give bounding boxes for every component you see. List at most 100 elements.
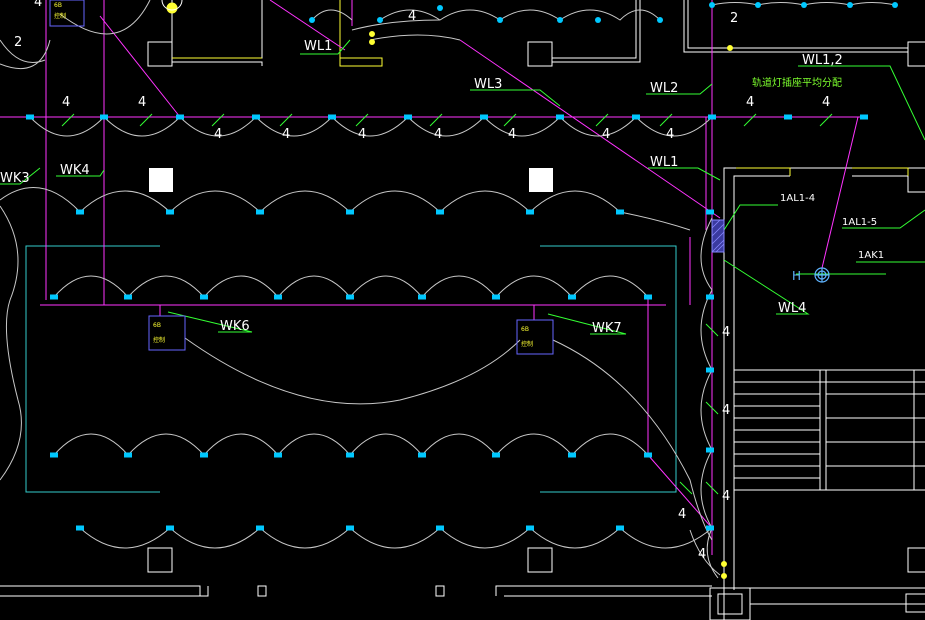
panel-top-left-sub: 控制 (54, 12, 66, 20)
lamp-fixture (166, 209, 174, 215)
count-4-riser-a: 4 (722, 325, 730, 340)
column-top-mid (527, 41, 553, 67)
wall-stair-core-inner (733, 175, 790, 590)
lamp-fixture (418, 294, 426, 300)
wall-bottom-left (0, 585, 209, 597)
socket-outlet (814, 267, 830, 283)
column-bottom-right-inner (717, 593, 743, 615)
label-1al1-4: 1AL1-4 (780, 193, 815, 204)
lamp-fixture (166, 525, 174, 531)
lamp-fixture (784, 114, 792, 120)
count-4-riser-d: 4 (678, 507, 686, 522)
count-4-riser-e: 4 (698, 547, 706, 562)
lamp-fixture (50, 452, 58, 458)
window-bottom-1 (257, 585, 267, 597)
panel-wk6-sub: 控制 (153, 336, 165, 344)
lamp-fixture (200, 294, 208, 300)
lamp-fixture (328, 114, 336, 120)
wall-top-right-room (683, 0, 908, 53)
lamp-fixture (616, 525, 624, 531)
count-4-i: 4 (666, 127, 674, 142)
lamp-fixture (200, 452, 208, 458)
panel-wk7-sub: 控制 (521, 340, 533, 348)
lamp-fixture (436, 209, 444, 215)
lamp-fixture (436, 525, 444, 531)
lamp-fixture (346, 209, 354, 215)
lamp-fixture (706, 294, 714, 300)
note-track-light-distribution: 轨道灯插座平均分配 (752, 76, 842, 89)
count-4-riser-c: 4 (722, 489, 730, 504)
column-top-right (907, 41, 925, 67)
wall-top-left (171, 0, 263, 59)
lamp-fixture (26, 114, 34, 120)
lamp-fixture (706, 367, 714, 373)
column-bottom-mid (527, 547, 553, 573)
lamp-fixture (418, 452, 426, 458)
panel-wk6-code: 6B (153, 322, 161, 329)
distribution-board-1al1-4 (711, 219, 725, 253)
stair-treads (734, 369, 925, 491)
wall-top-left-inner (172, 61, 263, 66)
label-wk6: WK6 (220, 319, 250, 334)
count-4-f: 4 (434, 127, 442, 142)
panel-top-left-code: 6B (54, 2, 62, 9)
column-bottom-far-right (907, 547, 925, 573)
count-4-c: 4 (214, 127, 222, 142)
lamp-fixture (706, 447, 714, 453)
lamp-fixture (644, 294, 652, 300)
lamp-fixture (50, 294, 58, 300)
count-2-right: 2 (730, 11, 738, 26)
wall-top-right-room-2 (687, 0, 908, 49)
wire-count-labels: 2 4 4 2 4 4 4 4 4 4 4 4 4 4 4 4 4 4 4 4 (14, 0, 830, 562)
label-wk3: WK3 (0, 171, 30, 186)
lamp-fixture (252, 114, 260, 120)
panel-wk7-code: 6B (521, 326, 529, 333)
lamp-fixture (346, 294, 354, 300)
column-right-mid (907, 167, 925, 193)
lamp-fixture (556, 114, 564, 120)
lamp-fixture (480, 114, 488, 120)
label-1al1-5: 1AL1-5 (842, 217, 877, 228)
lamp-fixture (526, 525, 534, 531)
count-4-top: 4 (408, 9, 416, 24)
lamp-fixture (706, 525, 714, 531)
lamp-fixture (124, 452, 132, 458)
lamp-fixture (76, 209, 84, 215)
count-4-g: 4 (508, 127, 516, 142)
column-bottom-far-right-2 (905, 593, 925, 613)
label-wl1-top: WL1 (304, 39, 332, 54)
count-4-k: 4 (822, 95, 830, 110)
lamp-fixture (616, 209, 624, 215)
count-4-j: 4 (746, 95, 754, 110)
lamp-fixture (404, 114, 412, 120)
outlet-h-label: H (792, 269, 801, 283)
label-wl1-mid: WL1 (650, 155, 678, 170)
label-1ak1: 1AK1 (858, 250, 884, 261)
lamp-fixture (644, 452, 652, 458)
count-4-e: 4 (358, 127, 366, 142)
lamp-fixture (100, 114, 108, 120)
count-4-topleft: 4 (34, 0, 42, 10)
wall-top-mid (552, 0, 641, 63)
lamp-fixture (708, 114, 716, 120)
wall-bottom-mid (495, 585, 712, 596)
window-bottom-2 (435, 585, 445, 597)
lamp-fixture (632, 114, 640, 120)
column-top-left (147, 41, 173, 67)
count-4-b: 4 (138, 95, 146, 110)
lamp-fixture (568, 294, 576, 300)
label-wk4: WK4 (60, 163, 90, 178)
circuit-labels: WL1 WL3 WL2 WL1 WL1,2 轨道灯插座平均分配 WK3 WK4 … (0, 39, 884, 336)
lamp-fixture (256, 209, 264, 215)
lamp-fixture (526, 209, 534, 215)
lamp-fixture (492, 452, 500, 458)
label-wl4: WL4 (778, 301, 806, 316)
column-solid-right (529, 168, 553, 192)
column-bottom-right (709, 587, 751, 620)
electrical-lighting-plan: 6B 控制 6B 控制 6B 控制 H WL1 WL3 WL2 WL1 WL1,… (0, 0, 925, 620)
lamp-fixture (256, 525, 264, 531)
count-2-left: 2 (14, 35, 22, 50)
label-wl3: WL3 (474, 77, 502, 92)
lamp-fixture (346, 525, 354, 531)
label-wl2: WL2 (650, 81, 678, 96)
